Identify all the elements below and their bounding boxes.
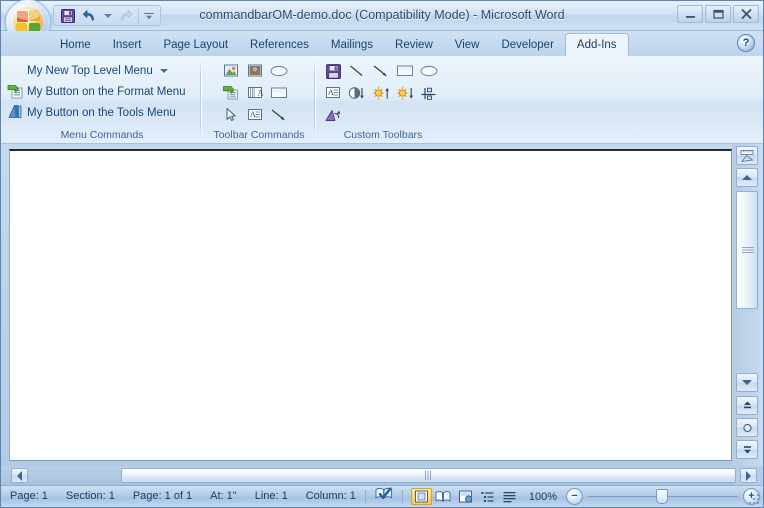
rectangle-icon[interactable] <box>393 60 417 82</box>
view-ruler-icon[interactable] <box>736 146 758 165</box>
next-page-icon[interactable] <box>736 440 758 459</box>
svg-text:A: A <box>250 110 256 119</box>
insert-picture-icon[interactable] <box>219 60 243 82</box>
view-buttons <box>410 488 520 505</box>
text-box-icon[interactable]: A <box>243 104 267 126</box>
tab-view[interactable]: View <box>444 34 491 56</box>
tab-mailings[interactable]: Mailings <box>320 34 384 56</box>
tab-add-ins[interactable]: Add-Ins <box>564 33 629 56</box>
svg-text:A: A <box>328 88 334 97</box>
status-page-of[interactable]: Page: 1 of 1 <box>124 486 201 507</box>
select-arrow-icon[interactable] <box>219 104 243 126</box>
rotate-icon[interactable] <box>321 104 345 126</box>
my-new-top-level-menu-button[interactable]: My New Top Level Menu <box>27 61 168 81</box>
save-icon[interactable] <box>58 7 78 25</box>
vertical-scroll-thumb[interactable] <box>736 191 758 309</box>
svg-text:A: A <box>258 88 264 97</box>
scroll-left-icon[interactable] <box>11 468 28 483</box>
print-layout-view-button[interactable] <box>410 488 432 505</box>
zoom-out-button[interactable]: − <box>566 488 584 505</box>
ribbon-group-custom-toolbars: A Custom Toolbars <box>317 56 449 144</box>
status-line[interactable]: Line: 1 <box>246 486 297 507</box>
save-icon[interactable] <box>321 60 345 82</box>
redo-icon[interactable] <box>115 7 135 25</box>
draft-view-button[interactable] <box>499 488 520 505</box>
document-area <box>1 144 763 466</box>
tab-page-layout[interactable]: Page Layout <box>152 34 239 56</box>
ribbon: My New Top Level Menu My Button on the F… <box>1 56 763 144</box>
align-distribute-icon[interactable] <box>417 82 441 104</box>
spelling-check-icon[interactable] <box>366 485 402 508</box>
previous-page-icon[interactable] <box>736 396 758 415</box>
status-page[interactable]: Page: 1 <box>1 486 57 507</box>
text-box-icon[interactable]: A <box>321 82 345 104</box>
word-window: commandbarOM-demo.doc (Compatibility Mod… <box>0 0 764 508</box>
ribbon-group-menu-commands: My New Top Level Menu My Button on the F… <box>3 56 201 144</box>
horizontal-scroll-thumb[interactable] <box>121 468 736 483</box>
undo-icon[interactable] <box>80 7 100 25</box>
scroll-right-icon[interactable] <box>740 468 757 483</box>
maximize-button[interactable] <box>705 5 731 23</box>
scroll-down-icon[interactable] <box>736 373 758 392</box>
zoom-slider-thumb[interactable] <box>656 489 669 504</box>
format-menu-icon <box>7 83 23 102</box>
ribbon-group-label: Toolbar Commands <box>213 129 305 141</box>
tab-review[interactable]: Review <box>384 34 444 56</box>
vertical-scrollbar[interactable] <box>732 144 763 466</box>
rectangle-shape-icon[interactable] <box>267 82 291 104</box>
full-screen-reading-view-button[interactable] <box>433 488 454 505</box>
arrow-icon[interactable] <box>369 60 393 82</box>
brightness-decrease-icon[interactable] <box>393 82 417 104</box>
insert-table-text-icon[interactable]: A <box>243 82 267 104</box>
scroll-up-icon[interactable] <box>736 168 758 187</box>
web-layout-view-button[interactable] <box>455 488 476 505</box>
contrast-decrease-icon[interactable] <box>345 82 369 104</box>
menu-item-label: My Button on the Tools Menu <box>27 107 176 119</box>
insert-clip-art-icon[interactable] <box>243 60 267 82</box>
oval-shape-icon[interactable] <box>267 60 291 82</box>
oval-icon[interactable] <box>417 60 441 82</box>
tab-references[interactable]: References <box>239 34 320 56</box>
status-bar: Page: 1 Section: 1 Page: 1 of 1 At: 1" L… <box>1 485 763 507</box>
tab-home[interactable]: Home <box>49 34 102 56</box>
menu-item-label: My New Top Level Menu <box>27 65 153 77</box>
menu-item-label: My Button on the Format Menu <box>27 86 186 98</box>
ribbon-group-label: Menu Commands <box>60 129 144 141</box>
help-icon[interactable]: ? <box>737 34 755 52</box>
zoom-slider[interactable] <box>588 488 739 505</box>
brightness-increase-icon[interactable] <box>369 82 393 104</box>
insert-wordart-icon[interactable] <box>219 82 243 104</box>
line-icon[interactable] <box>345 60 369 82</box>
select-browse-object-icon[interactable] <box>736 418 758 437</box>
tools-menu-icon <box>7 104 23 123</box>
tab-developer[interactable]: Developer <box>490 34 564 56</box>
line-arrow-icon[interactable] <box>267 104 291 126</box>
resize-grip[interactable] <box>747 492 761 506</box>
window-controls <box>677 5 759 23</box>
status-at[interactable]: At: 1" <box>201 486 246 507</box>
ribbon-tabs: Home Insert Page Layout References Maili… <box>49 31 629 56</box>
status-section[interactable]: Section: 1 <box>57 486 124 507</box>
minimize-button[interactable] <box>677 5 703 23</box>
undo-dropdown-icon[interactable] <box>102 7 113 25</box>
chevron-down-icon <box>159 69 168 73</box>
my-button-on-the-tools-menu[interactable]: My Button on the Tools Menu <box>7 103 176 123</box>
close-button[interactable] <box>733 5 759 23</box>
horizontal-scrollbar[interactable] <box>1 467 757 485</box>
zoom-level-label[interactable]: 100% <box>520 491 566 503</box>
quick-access-toolbar <box>53 5 161 26</box>
ribbon-group-toolbar-commands: A A Toolbar Commands <box>203 56 315 144</box>
my-button-on-the-format-menu[interactable]: My Button on the Format Menu <box>7 82 186 102</box>
ribbon-group-label: Custom Toolbars <box>343 129 423 141</box>
ribbon-tab-strip: Home Insert Page Layout References Maili… <box>1 31 763 56</box>
document-page[interactable] <box>9 149 732 461</box>
outline-view-button[interactable] <box>477 488 498 505</box>
customize-qat-icon[interactable] <box>142 7 156 25</box>
title-bar: commandbarOM-demo.doc (Compatibility Mod… <box>1 0 763 45</box>
status-column[interactable]: Column: 1 <box>297 486 365 507</box>
tab-insert[interactable]: Insert <box>102 34 153 56</box>
